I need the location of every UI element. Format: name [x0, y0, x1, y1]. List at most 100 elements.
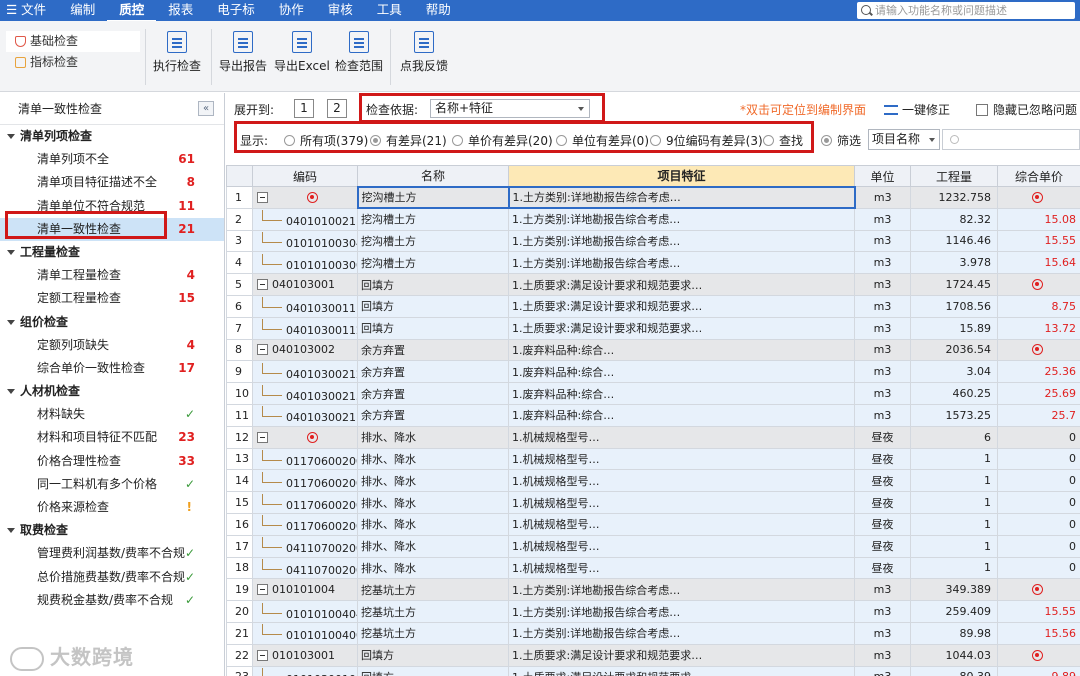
feature-cell[interactable]: 1.土质要求:满足设计要求和规范要求… — [508, 294, 855, 318]
unit-cell[interactable]: m3 — [854, 382, 911, 405]
code-cell[interactable] — [252, 425, 358, 449]
feature-cell[interactable]: 1.土质要求:满足设计要求和规范要求… — [508, 665, 855, 676]
code-cell[interactable]: 040103002131 — [252, 382, 358, 405]
tree-item[interactable]: 总价措施费基数/费率不合规 ✓ — [0, 566, 224, 589]
quantity-cell[interactable]: 1708.56 — [910, 294, 998, 318]
tree-item[interactable]: 材料和项目特征不匹配 23 — [0, 426, 224, 449]
name-cell[interactable]: 余方弃置 — [357, 338, 509, 362]
tree-item[interactable]: 定额工程量检查 15 — [0, 287, 224, 310]
quantity-cell[interactable]: 1 — [910, 556, 998, 580]
tree-item[interactable]: 清单单位不符合规范 11 — [0, 195, 224, 218]
collapse-toggle-icon[interactable] — [257, 649, 268, 661]
expand-level-1-button[interactable]: 1 — [294, 99, 314, 118]
quantity-cell[interactable]: 1573.25 — [910, 403, 998, 427]
feature-cell[interactable]: 1.废弃料品种:综合… — [508, 338, 855, 362]
code-cell[interactable]: 010103001 — [252, 643, 358, 667]
quantity-cell[interactable]: 1146.46 — [910, 229, 998, 253]
export-report-button[interactable]: 导出报告 — [219, 31, 267, 74]
unit-cell[interactable]: 昼夜 — [854, 425, 911, 449]
table-row[interactable]: 5 040103001 回填方 1.土质要求:满足设计要求和规范要求… m3 1724.4… — [226, 273, 1080, 296]
table-row[interactable]: 15 011706002002排水、降水1.机械规格型号…昼夜10 — [226, 491, 1080, 514]
check-scope-button[interactable]: 检查范围 — [335, 31, 383, 74]
table-row[interactable]: 3 010101003047挖沟槽土方1.土方类别:详地勘报告综合考虑…m3114… — [226, 229, 1080, 253]
feature-cell[interactable]: 1.土方类别:详地勘报告综合考虑… — [508, 229, 855, 253]
unit-cell[interactable]: m3 — [854, 207, 911, 231]
unit-price-cell[interactable]: 13.72 — [997, 316, 1080, 340]
unit-price-cell[interactable] — [997, 186, 1080, 209]
code-cell[interactable]: 011706002002 — [252, 491, 358, 514]
name-cell[interactable]: 挖沟槽土方 — [357, 251, 509, 275]
tree-group[interactable]: 清单列项检查 — [0, 125, 224, 148]
quantity-cell[interactable]: 1 — [910, 447, 998, 471]
code-cell[interactable]: 041107002002 — [252, 556, 358, 580]
col-header-quantity[interactable]: 工程量 — [910, 165, 998, 187]
table-row[interactable]: 14 011706002002排水、降水1.机械规格型号…昼夜10 — [226, 469, 1080, 493]
name-cell[interactable]: 回填方 — [357, 643, 509, 667]
name-cell[interactable]: 挖基坑土方 — [357, 600, 509, 623]
code-cell[interactable]: 010101003047 — [252, 229, 358, 253]
feature-cell[interactable]: 1.废弃料品种:综合… — [508, 403, 855, 427]
name-cell[interactable]: 回填方 — [357, 665, 509, 676]
col-header-unit-price[interactable]: 综合单价 — [997, 165, 1080, 187]
name-cell[interactable]: 回填方 — [357, 316, 509, 340]
unit-cell[interactable]: 昼夜 — [854, 534, 911, 558]
tree-item[interactable]: 同一工料机有多个价格 ✓ — [0, 473, 224, 496]
feature-cell[interactable]: 1.土方类别:详地勘报告综合考虑… — [508, 621, 855, 645]
quantity-cell[interactable]: 1 — [910, 534, 998, 558]
name-cell[interactable]: 排水、降水 — [357, 534, 509, 558]
unit-price-cell[interactable]: 8.75 — [997, 294, 1080, 318]
unit-cell[interactable]: 昼夜 — [854, 512, 911, 536]
unit-cell[interactable]: 昼夜 — [854, 556, 911, 580]
feature-cell[interactable]: 1.土方类别:详地勘报告综合考虑… — [508, 251, 855, 275]
tree-group[interactable]: 取费检查 — [0, 519, 224, 542]
unit-price-cell[interactable] — [997, 338, 1080, 362]
table-row[interactable]: 4 010101003002挖沟槽土方1.土方类别:详地勘报告综合考虑…m33.9… — [226, 251, 1080, 275]
code-cell[interactable] — [252, 186, 358, 209]
code-cell[interactable]: 010101004001 — [252, 621, 358, 645]
menu-item[interactable]: 编制 — [58, 0, 107, 22]
name-cell[interactable]: 余方弃置 — [357, 382, 509, 405]
table-row[interactable]: 6 040103001115回填方1.土质要求:满足设计要求和规范要求…m3170… — [226, 294, 1080, 318]
unit-cell[interactable]: m3 — [854, 403, 911, 427]
quantity-cell[interactable]: 82.32 — [910, 207, 998, 231]
filter-radio[interactable]: 筛选 — [821, 132, 861, 149]
quantity-cell[interactable]: 1 — [910, 491, 998, 514]
tree-item[interactable]: 规费税金基数/费率不合规 ✓ — [0, 589, 224, 612]
quantity-cell[interactable]: 6 — [910, 425, 998, 449]
menu-item[interactable]: 报表 — [156, 0, 205, 22]
tree-item[interactable]: 价格合理性检查 33 — [0, 450, 224, 473]
quantity-cell[interactable]: 1724.45 — [910, 273, 998, 296]
feature-cell[interactable]: 1.废弃料品种:综合… — [508, 382, 855, 405]
tree-item[interactable]: 清单一致性检查 21 — [0, 217, 224, 241]
unit-price-cell[interactable]: 0 — [997, 447, 1080, 471]
unit-cell[interactable]: 昼夜 — [854, 447, 911, 471]
tree-item[interactable]: 综合单价一致性检查 17 — [0, 357, 224, 380]
table-row[interactable]: 16 011706002002排水、降水1.机械规格型号…昼夜10 — [226, 512, 1080, 536]
quantity-cell[interactable]: 1 — [910, 512, 998, 536]
name-cell[interactable]: 排水、降水 — [357, 469, 509, 493]
unit-cell[interactable]: m3 — [854, 294, 911, 318]
display-option-radio[interactable]: 单位有差异(0) — [556, 132, 649, 149]
code-cell[interactable]: 011706002002 — [252, 512, 358, 536]
unit-price-cell[interactable]: 15.55 — [997, 600, 1080, 623]
unit-price-cell[interactable]: 15.55 — [997, 229, 1080, 253]
quantity-cell[interactable]: 89.98 — [910, 621, 998, 645]
code-cell[interactable]: 040103002116 — [252, 403, 358, 427]
table-row[interactable]: 8 040103002 余方弃置 1.废弃料品种:综合… m3 2036.54 — [226, 338, 1080, 362]
code-cell[interactable]: 010103001003 — [252, 665, 358, 676]
quantity-cell[interactable]: 259.409 — [910, 600, 998, 623]
unit-price-cell[interactable]: 0 — [997, 512, 1080, 536]
table-row[interactable]: 2 040101002114挖沟槽土方1.土方类别:详地勘报告综合考虑…m382.… — [226, 207, 1080, 231]
unit-cell[interactable]: m3 — [854, 665, 911, 676]
unit-price-cell[interactable]: 25.36 — [997, 360, 1080, 384]
unit-price-cell[interactable]: 15.56 — [997, 621, 1080, 645]
feature-cell[interactable]: 1.机械规格型号… — [508, 447, 855, 471]
unit-price-cell[interactable]: 15.08 — [997, 207, 1080, 231]
quantity-cell[interactable]: 1232.758 — [910, 186, 998, 209]
name-cell[interactable]: 余方弃置 — [357, 360, 509, 384]
export-excel-button[interactable]: 导出Excel — [274, 31, 330, 74]
table-row[interactable]: 21 010101004001挖基坑土方1.土方类别:详地勘报告综合考虑…m389… — [226, 621, 1080, 645]
name-cell[interactable]: 挖沟槽土方 — [357, 207, 509, 231]
tree-item[interactable]: 清单列项不全 61 — [0, 148, 224, 171]
table-row[interactable]: 7 040103001125回填方1.土质要求:满足设计要求和规范要求…m315.… — [226, 316, 1080, 340]
